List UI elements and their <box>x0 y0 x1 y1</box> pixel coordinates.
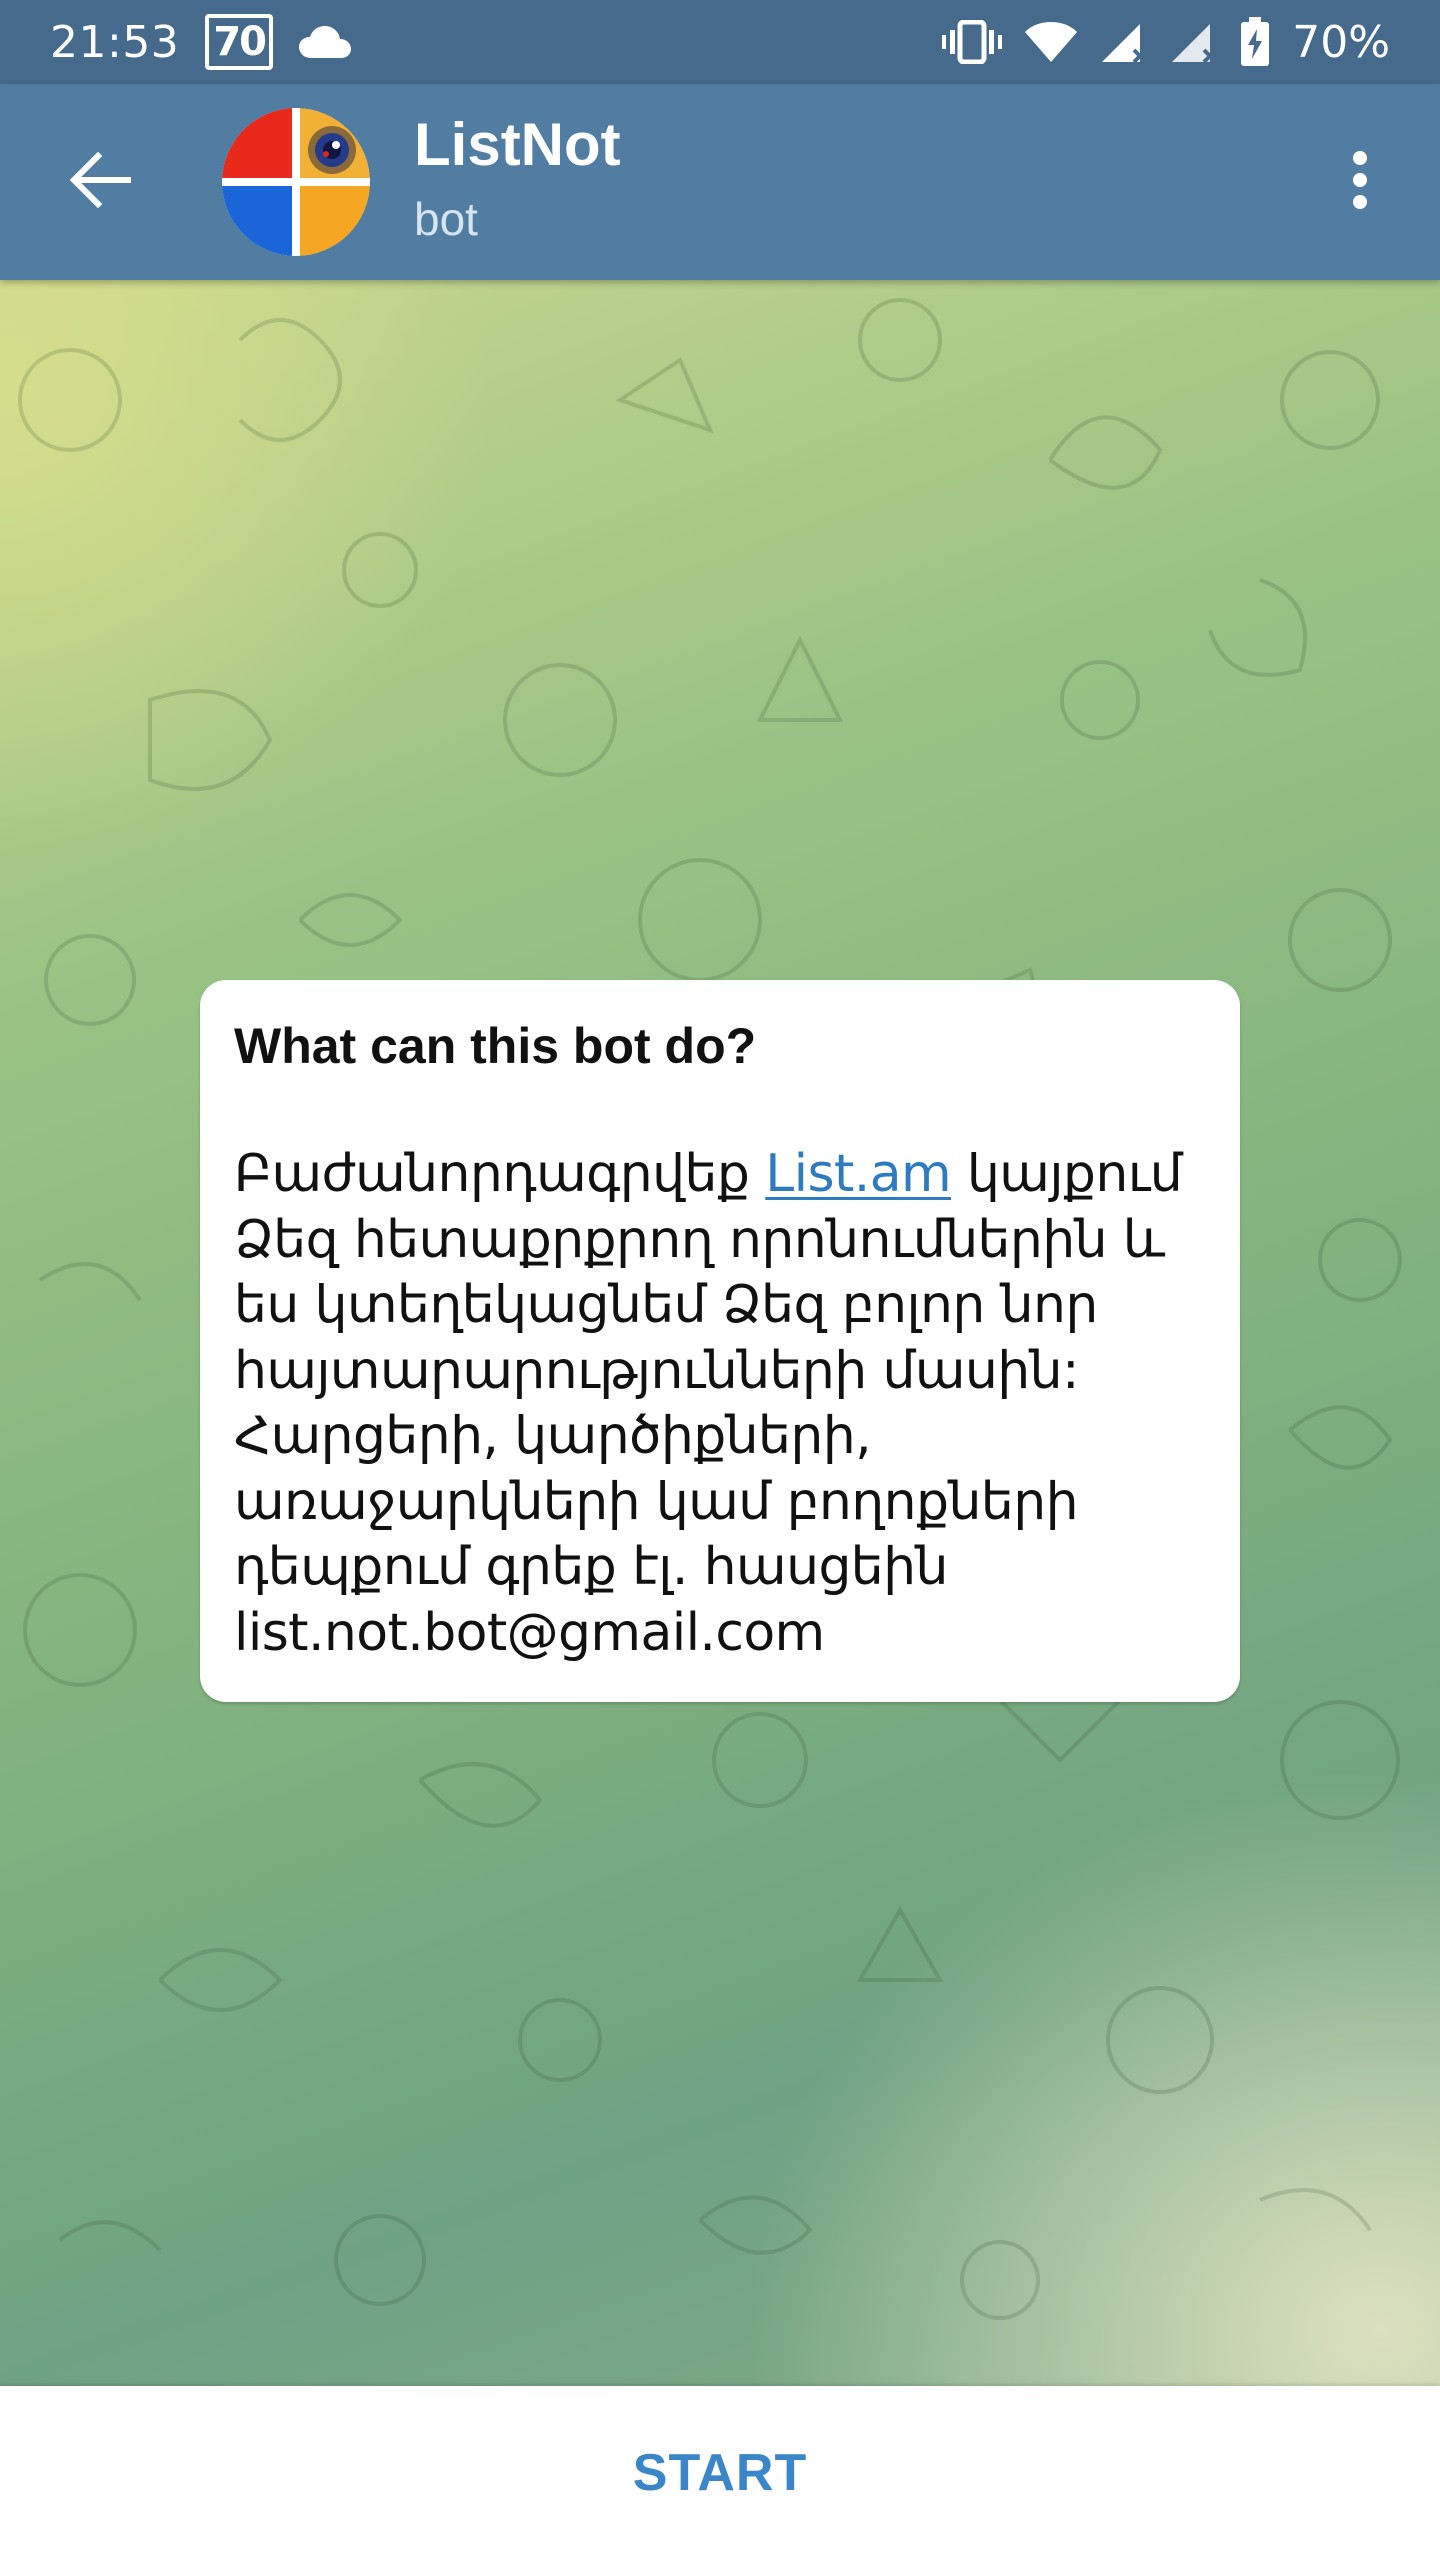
back-button[interactable] <box>50 132 150 232</box>
chat-subtitle: bot <box>414 193 478 245</box>
signal-icon-2 <box>1170 20 1218 64</box>
more-vertical-icon <box>1350 150 1370 215</box>
contact-email: list.not.bot@gmail.com <box>234 1602 825 1663</box>
info-line: Ձեզ հետաքրքրող որոնումներին և <box>234 1209 1165 1270</box>
signal-icon <box>1100 20 1148 64</box>
info-line: առաջարկների կամ բողոքների <box>234 1471 1079 1532</box>
status-badge: 70 <box>205 14 273 70</box>
vibrate-icon <box>942 20 1003 64</box>
info-line: դեպքում գրեք էլ. հասցեին <box>234 1537 948 1597</box>
battery-charging-icon <box>1240 17 1270 67</box>
info-line: Բաժանորդագրվեք List.am կայքում <box>234 1142 1206 1208</box>
cloud-icon <box>297 22 353 62</box>
bot-info-card: What can this bot do? Բաժանորդագրվեք Lis… <box>200 980 1240 1702</box>
start-button[interactable]: START <box>573 2423 867 2523</box>
battery-percent: 70% <box>1292 16 1390 68</box>
avatar[interactable] <box>222 108 370 256</box>
info-line: ես կտեղեկացնեմ Ձեզ բոլոր նոր <box>234 1275 1098 1335</box>
status-icons: 70% <box>942 17 1390 68</box>
menu-button[interactable] <box>1310 132 1410 232</box>
wifi-icon <box>1024 20 1078 64</box>
info-line: Հարցերի, կարծիքների, <box>234 1406 872 1466</box>
bottom-bar: START <box>0 2386 1440 2560</box>
chat-title: ListNot <box>414 111 621 178</box>
status-time: 21:53 <box>50 16 180 68</box>
info-text: Բաժանորդագրվեք <box>234 1144 766 1204</box>
status-bar: 21:53 70 70% <box>0 0 1440 84</box>
info-card-body: Բաժանորդագրվեք List.am կայքում Ձեզ հետաք… <box>234 1142 1206 1666</box>
chat-background: What can this bot do? Բաժանորդագրվեք Lis… <box>0 280 1440 2386</box>
chat-header: ListNot bot <box>0 84 1440 280</box>
info-text: կայքում <box>951 1144 1183 1204</box>
info-card-title: What can this bot do? <box>234 1018 757 1074</box>
arrow-left-icon <box>68 150 132 215</box>
info-line: հայտարարությունների մասին: <box>234 1340 1080 1401</box>
list-am-link[interactable]: List.am <box>765 1144 951 1204</box>
